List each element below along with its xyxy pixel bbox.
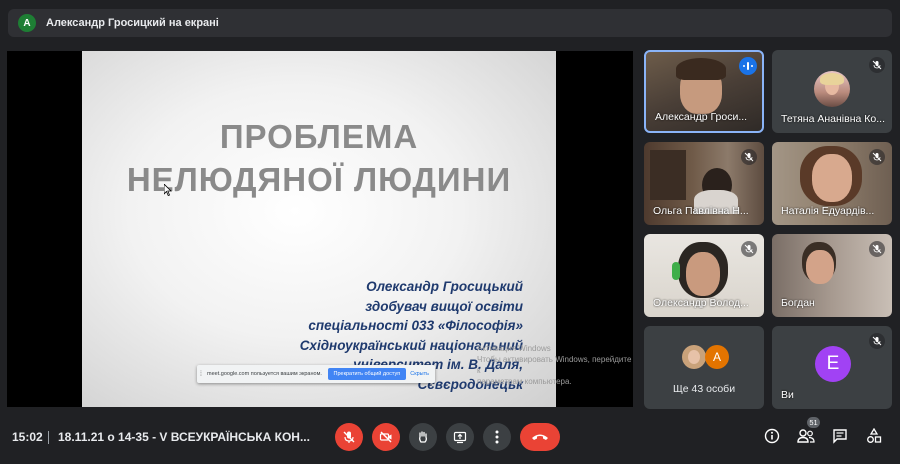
more-participants-tile[interactable]: А Ще 43 особи (644, 326, 764, 409)
participant-tile[interactable]: Наталія Едуардів... (772, 142, 892, 225)
participant-name: Богдан (781, 297, 815, 309)
info-icon (764, 428, 780, 444)
activate-windows-watermark: Активация Windows Чтобы активировать Win… (477, 343, 633, 387)
slide-title-line1: ПРОБЛЕМА (219, 118, 419, 155)
participant-tile[interactable]: Богдан (772, 234, 892, 317)
participant-tile[interactable]: Олександр Волод... (644, 234, 764, 317)
hide-share-bar-button[interactable]: Скрыть (410, 371, 429, 377)
more-vert-icon (495, 430, 499, 444)
participant-name: Ольга Павлівна Н... (653, 205, 749, 217)
presenting-banner: А Александр Гросицкий на екрані (8, 9, 892, 37)
participant-name: Наталія Едуардів... (781, 205, 875, 217)
self-tile[interactable]: E Ви (772, 326, 892, 409)
camera-off-icon (379, 431, 392, 443)
mic-off-icon (869, 241, 885, 257)
people-icon (797, 429, 815, 443)
drag-handle-icon[interactable]: ⁞ (197, 371, 205, 378)
participant-video (806, 250, 834, 284)
participant-avatar (814, 71, 850, 107)
activities-icon (867, 428, 882, 443)
participant-name: Александр Гроси... (655, 111, 748, 123)
slide-title: ПРОБЛЕМА НЕЛЮДЯНОЇ ЛЮДИНИ (82, 115, 556, 201)
participant-video (812, 154, 852, 202)
present-icon (453, 431, 467, 444)
mic-off-icon (741, 241, 757, 257)
mic-toggle-button[interactable] (335, 423, 363, 451)
mic-off-icon (869, 333, 885, 349)
participant-avatar: А (705, 345, 729, 369)
presenter-avatar: А (18, 14, 36, 32)
participant-video (686, 252, 720, 296)
mic-off-icon (343, 431, 355, 443)
participant-tile[interactable]: Тетяна Ананівна Ко... (772, 50, 892, 133)
presenting-text: Александр Гросицкий на екрані (46, 17, 219, 29)
author-line: Олександр Гросицький (366, 279, 523, 294)
chat-button[interactable] (831, 427, 849, 445)
more-options-button[interactable] (483, 423, 511, 451)
meeting-title: 18.11.21 о 14-35 - V ВСЕУКРАЇНСЬКА КОН..… (58, 430, 310, 444)
present-screen-button[interactable] (446, 423, 474, 451)
activities-button[interactable] (865, 427, 883, 445)
mic-off-icon (741, 149, 757, 165)
share-bar-message: meet.google.com пользуется вашим экраном… (207, 371, 322, 377)
participant-avatar (682, 345, 706, 369)
mic-off-icon (869, 57, 885, 73)
participant-name: Ви (781, 389, 794, 401)
stop-sharing-button[interactable]: Прекратить общий доступ (327, 368, 407, 380)
participant-tile[interactable]: Александр Гроси... (644, 50, 764, 133)
participants-button[interactable] (797, 427, 815, 445)
slide-title-line2: НЕЛЮДЯНОЇ ЛЮДИНИ (126, 161, 512, 198)
shared-screen: ПРОБЛЕМА НЕЛЮДЯНОЇ ЛЮДИНИ Олександр Грос… (7, 51, 633, 407)
hang-up-icon (532, 434, 548, 440)
participant-name: Тетяна Ананівна Ко... (781, 113, 885, 125)
raise-hand-button[interactable] (409, 423, 437, 451)
leave-call-button[interactable] (520, 423, 560, 451)
chat-icon (833, 429, 847, 444)
headphones-icon (672, 262, 680, 280)
participant-video (650, 150, 686, 200)
chrome-share-bar: ⁞ meet.google.com пользуется вашим экран… (197, 365, 435, 383)
more-participants-label: Ще 43 особи (672, 383, 736, 395)
participant-name: Олександр Волод... (653, 297, 749, 309)
self-avatar: E (815, 346, 851, 382)
watermark-line: Активация Windows (477, 344, 551, 353)
participant-count-badge: 51 (807, 417, 820, 428)
mic-off-icon (869, 149, 885, 165)
hand-icon (419, 431, 427, 443)
meeting-details-button[interactable] (763, 427, 781, 445)
divider (48, 431, 49, 444)
participant-tile[interactable]: Ольга Павлівна Н... (644, 142, 764, 225)
watermark-line: Чтобы активировать Windows, перейдите к (477, 355, 632, 375)
participant-video-hair (676, 58, 726, 80)
watermark-line: параметрам компьютера. (477, 377, 572, 386)
speaking-indicator-icon (739, 57, 757, 75)
author-line: здобувач вищої освіти (365, 298, 523, 314)
camera-toggle-button[interactable] (372, 423, 400, 451)
mouse-cursor-icon (164, 184, 172, 196)
clock: 15:02 (12, 430, 43, 444)
author-line: спеціальності 033 «Філософія» (308, 318, 523, 333)
